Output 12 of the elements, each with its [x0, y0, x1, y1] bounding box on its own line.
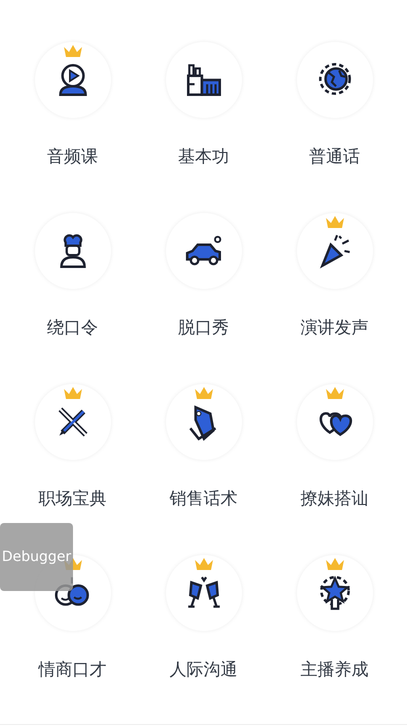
course-label[interactable]: 人际沟通 [170, 658, 238, 682]
course-label[interactable]: 撩妹搭讪 [300, 487, 368, 511]
course-label[interactable]: 销售话术 [170, 487, 238, 511]
course-label[interactable]: 主播养成 [300, 658, 368, 682]
course-label[interactable]: 普通话 [309, 145, 360, 169]
course-label[interactable]: 音频课 [47, 145, 98, 169]
course-label[interactable]: 脱口秀 [178, 316, 229, 340]
course-label[interactable]: 情商口才 [38, 658, 106, 682]
course-label[interactable]: 演讲发声 [300, 316, 368, 340]
course-label[interactable]: 职场宝典 [38, 487, 106, 511]
course-label[interactable]: 基本功 [178, 145, 229, 169]
course-label[interactable]: 绕口令 [47, 316, 98, 340]
